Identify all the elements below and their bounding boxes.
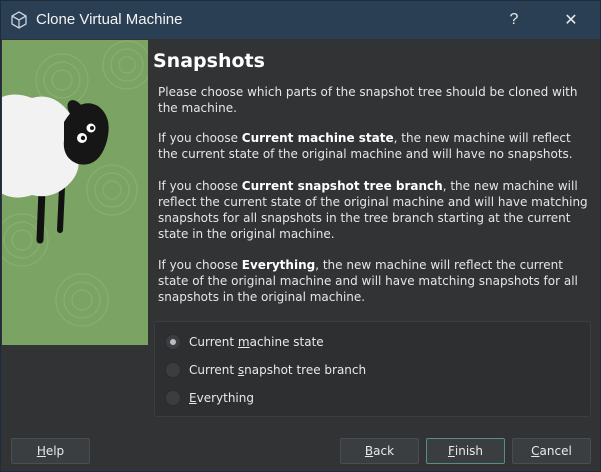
button-bar: Help Back Finish Cancel: [1, 432, 600, 471]
radio-selected-icon[interactable]: [165, 334, 181, 350]
page-title: Snapshots: [153, 50, 265, 72]
radio-unselected-icon[interactable]: [165, 362, 181, 378]
help-button[interactable]: Help: [11, 438, 90, 464]
option-everything[interactable]: Everything: [165, 388, 254, 408]
intro-text: Please choose which parts of the snapsho…: [158, 85, 578, 115]
option-current-machine-state[interactable]: Current machine state: [165, 332, 324, 352]
option-current-snapshot-tree-branch[interactable]: Current snapshot tree branch: [165, 360, 366, 380]
snapshot-options-group: Current machine state Current snapshot t…: [154, 321, 591, 417]
option-label: Everything: [189, 391, 254, 405]
sheep-illustration: [2, 40, 148, 345]
window-title: Clone Virtual Machine: [36, 11, 183, 28]
clone-vm-dialog: Clone Virtual Machine ? ✕ Snapshots Plea…: [0, 0, 601, 472]
close-button[interactable]: ✕: [548, 1, 594, 39]
back-button[interactable]: Back: [340, 438, 419, 464]
radio-unselected-icon[interactable]: [165, 390, 181, 406]
option-label: Current machine state: [189, 335, 324, 349]
help-title-button[interactable]: ?: [491, 1, 537, 39]
wizard-page: Snapshots Please choose which parts of t…: [1, 39, 600, 432]
finish-button[interactable]: Finish: [426, 438, 505, 464]
everything-description: If you choose Everything, the new machin…: [158, 258, 578, 304]
cancel-button[interactable]: Cancel: [512, 438, 591, 464]
title-bar: Clone Virtual Machine ? ✕: [1, 1, 600, 39]
option-label: Current snapshot tree branch: [189, 363, 367, 377]
branch-description: If you choose Current snapshot tree bran…: [158, 179, 588, 241]
virtualbox-cube-icon: [10, 11, 28, 29]
current-state-description: If you choose Current machine state, the…: [158, 131, 573, 161]
